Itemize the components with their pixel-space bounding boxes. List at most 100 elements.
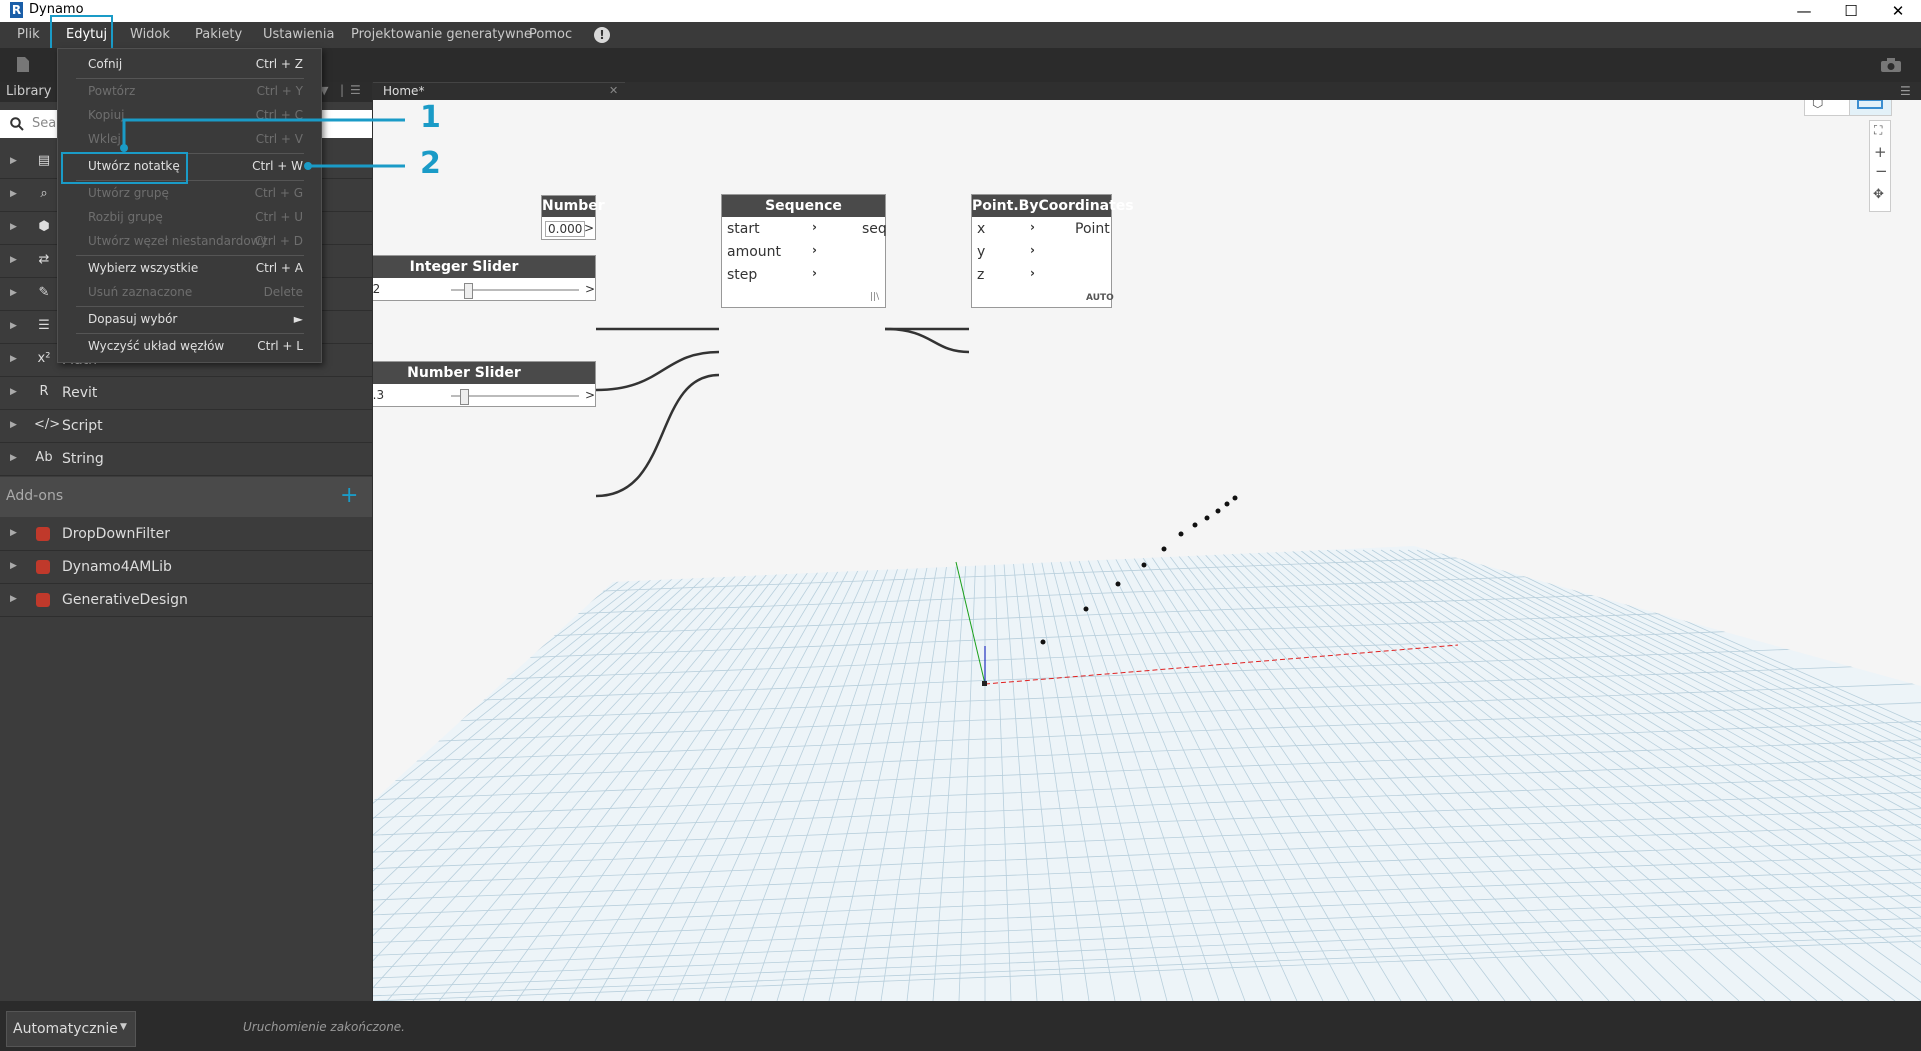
library-category-7[interactable]: ▶ R Revit [0,377,372,410]
integer-slider-output[interactable]: > [585,282,595,296]
edit-menu-item-6[interactable]: Rozbij grupę Ctrl + U [58,206,321,230]
add-addon-button[interactable]: + [340,483,358,508]
library-category-9[interactable]: ▶ Ab String [0,443,372,476]
point-by-coordinates-node[interactable]: Point.ByCoordinates x y z › › › Point AU… [971,194,1134,308]
integer-slider-title: Integer Slider [373,256,595,278]
pencil-icon: ✎ [38,285,50,300]
workspace-canvas[interactable]: Number 0.000 > Integer Slider ⌄ 12 > Num… [373,100,1921,1001]
expand-arrow-icon[interactable]: ▶ [10,321,17,331]
number-slider-track[interactable] [451,395,579,397]
callout-2: 2 [420,146,441,181]
fit-view-icon[interactable]: ⛶ [1874,123,1882,138]
package-list: ▶ DropDownFilter ▶ Dynamo4AMLib ▶ GenerativeD… [0,518,372,628]
number-node-value[interactable]: 0.000 [545,221,586,237]
expand-arrow-icon[interactable]: ▶ [10,528,17,538]
menu-separator [76,255,304,256]
number-node-output[interactable]: > [584,221,594,235]
package-icon [36,593,50,607]
edit-menu-item-11[interactable]: Wyczyść układ węzłów Ctrl + L [58,335,321,359]
preview-point [1115,581,1121,587]
library-category-8[interactable]: ▶ </> Script [0,410,372,443]
package-item[interactable]: ▶ GenerativeDesign [0,584,372,617]
camera-icon[interactable] [1880,57,1902,73]
string-icon: Ab [35,450,53,465]
zoom-out-icon[interactable]: − [1875,162,1888,180]
expand-arrow-icon[interactable]: ▶ [10,387,17,397]
pan-icon[interactable]: ✥ [1873,187,1884,202]
background-3d-grid [373,327,1921,1001]
edit-menu-item-10[interactable]: Dopasuj wybór ► [58,308,321,332]
package-item[interactable]: ▶ DropDownFilter [0,518,372,551]
chevron-right-icon: › [1030,243,1035,257]
library-category-label: Script [62,418,103,434]
edit-menu-item-8[interactable]: Wybierz wszystkie Ctrl + A [58,257,321,281]
package-label: Dynamo4AMLib [62,559,172,575]
zoom-in-icon[interactable]: + [1874,143,1887,161]
tab-menu-icon[interactable]: ☰ [1900,84,1911,98]
sequence-input-start[interactable]: start [727,221,760,237]
expand-arrow-icon[interactable]: ▶ [10,189,17,199]
info-icon[interactable]: ! [594,27,610,43]
run-mode-dropdown[interactable]: Automatycznie ▼ [6,1011,136,1047]
point-input-y[interactable]: y [977,244,985,260]
callout-1: 1 [420,100,441,135]
addons-header: Add-ons + [0,477,372,517]
graph-view-toggle[interactable] [1849,100,1892,116]
minimize-button[interactable]: — [1781,0,1827,22]
expand-arrow-icon[interactable]: ▶ [10,255,17,265]
maximize-button[interactable]: ☐ [1828,0,1874,22]
expand-arrow-icon[interactable]: ▶ [10,222,17,232]
script-icon: </> [34,417,61,432]
point-lacing[interactable]: AUTO [1086,293,1114,303]
expand-arrow-icon[interactable]: ▶ [10,354,17,364]
wire-number-slider-to-step [595,373,720,498]
number-slider-node[interactable]: Number Slider ⌄ 9.3 > [373,361,596,407]
point-input-z[interactable]: z [977,267,984,283]
expand-arrow-icon[interactable]: ▶ [10,420,17,430]
sequence-input-step[interactable]: step [727,267,757,283]
integer-slider-node[interactable]: Integer Slider ⌄ 12 > [373,255,596,301]
sequence-output-seq[interactable]: seq [862,221,887,237]
point-output[interactable]: Point [1075,221,1110,237]
menu-item-shortcut: Ctrl + A [255,261,303,275]
integer-slider-thumb[interactable] [464,283,473,299]
edit-menu-item-7[interactable]: Utwórz węzeł niestandardowy Ctrl + D [58,230,321,254]
close-button[interactable]: ✕ [1875,0,1921,22]
menu-item-label: Utwórz węzeł niestandardowy [88,234,268,248]
edit-menu-item-9[interactable]: Usuń zaznaczone Delete [58,281,321,305]
status-bar: Automatycznie ▼ Uruchomienie zakończone. [0,1001,1921,1051]
sequence-node[interactable]: Sequence start amount step › › › seq ||\ [721,194,887,308]
number-node[interactable]: Number 0.000 > [541,195,605,240]
preview-point [1204,515,1210,521]
addons-label: Add-ons [6,488,64,504]
number-slider-output[interactable]: > [585,388,595,402]
point-node-title: Point.ByCoordinates [972,195,1134,217]
menu-item-label: Dopasuj wybór [88,312,178,326]
origin-point [982,681,987,686]
preview-point [1083,606,1089,612]
point-input-x[interactable]: x [977,221,985,237]
tab-close-icon[interactable]: ✕ [609,84,618,97]
zoom-controls: ⛶ + − ✥ [1869,120,1891,212]
package-item[interactable]: ▶ Dynamo4AMLib [0,551,372,584]
expand-arrow-icon[interactable]: ▶ [10,453,17,463]
menu-item-shortcut: Ctrl + D [254,234,303,248]
background-preview-toggle[interactable]: ⬡ [1804,100,1850,116]
status-message: Uruchomienie zakończone. [243,1020,405,1034]
number-slider-thumb[interactable] [460,389,469,405]
expand-arrow-icon[interactable]: ▶ [10,288,17,298]
number-slider-value[interactable]: 9.3 [373,388,384,402]
sequence-input-amount[interactable]: amount [727,244,781,260]
package-icon [36,560,50,574]
menu-help[interactable]: Pomoc [529,22,572,48]
chevron-right-icon: › [1030,220,1035,234]
menu-item-shortcut: Delete [263,285,303,299]
sequence-lacing[interactable]: ||\ [870,292,879,302]
menu-separator [76,333,304,334]
library-category-label: Revit [62,385,98,401]
expand-arrow-icon[interactable]: ▶ [10,561,17,571]
run-mode-label: Automatycznie [13,1021,118,1037]
chevron-right-icon: › [812,266,817,280]
expand-arrow-icon[interactable]: ▶ [10,594,17,604]
integer-slider-value[interactable]: 12 [373,282,380,296]
